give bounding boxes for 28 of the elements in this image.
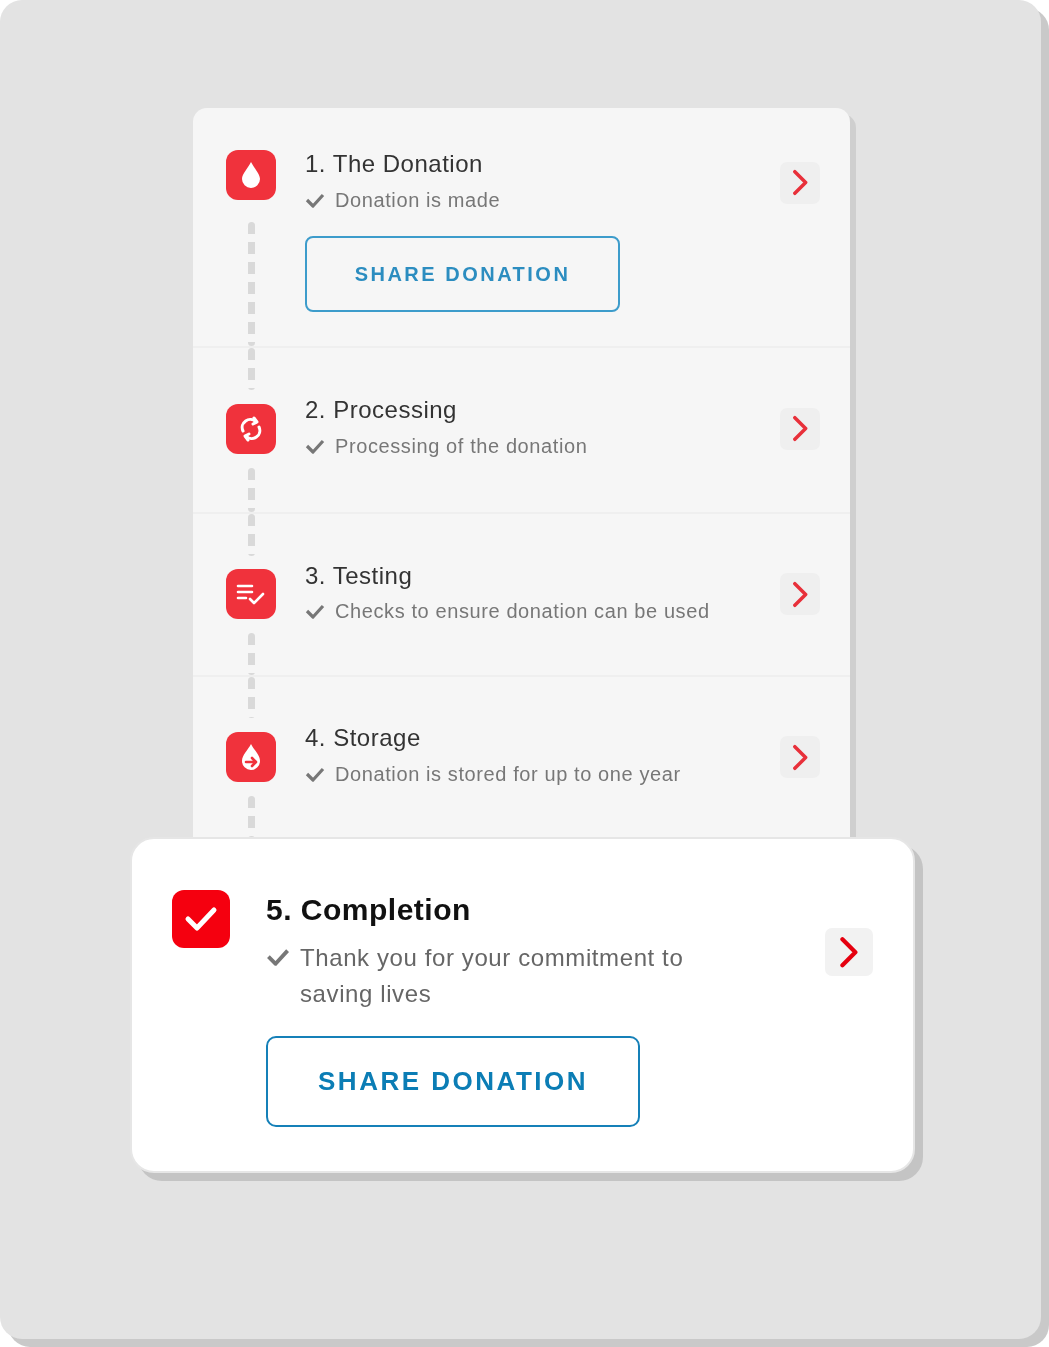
chevron-right-icon: [791, 581, 809, 608]
next-button[interactable]: [780, 161, 820, 204]
step-description: Checks to ensure donation can be used: [335, 599, 710, 625]
next-button[interactable]: [780, 407, 820, 450]
share-button[interactable]: SHARE DONATION: [305, 235, 620, 312]
step-title: 1. The Donation: [305, 150, 484, 179]
chevron-right-icon: [791, 169, 809, 197]
step-description: Donation is made: [335, 187, 501, 213]
chevron-right-icon: [839, 936, 859, 969]
connector-line: [247, 796, 255, 838]
chevron-right-icon: [791, 415, 809, 443]
check-icon: [266, 947, 290, 967]
share-button[interactable]: SHARE DONATION: [266, 1036, 640, 1128]
check-icon: [305, 437, 325, 454]
step-description: Thank you for your commitment to saving lives: [300, 943, 685, 1010]
next-button[interactable]: [825, 928, 873, 977]
step-description: Donation is stored for up to one year: [335, 762, 681, 788]
chevron-right-icon: [791, 743, 809, 771]
step-title: 4. Storage: [305, 724, 422, 754]
check-icon: [305, 191, 325, 208]
step-title: 3. Testing: [305, 561, 414, 591]
check-icon: [305, 766, 325, 783]
check-icon: [305, 603, 325, 620]
next-button[interactable]: [780, 573, 820, 616]
step-title: 2. Processing: [305, 395, 458, 425]
step-title: 5. Completion: [266, 892, 472, 929]
next-button[interactable]: [780, 736, 820, 779]
step-description: Processing of the donation: [335, 433, 588, 459]
